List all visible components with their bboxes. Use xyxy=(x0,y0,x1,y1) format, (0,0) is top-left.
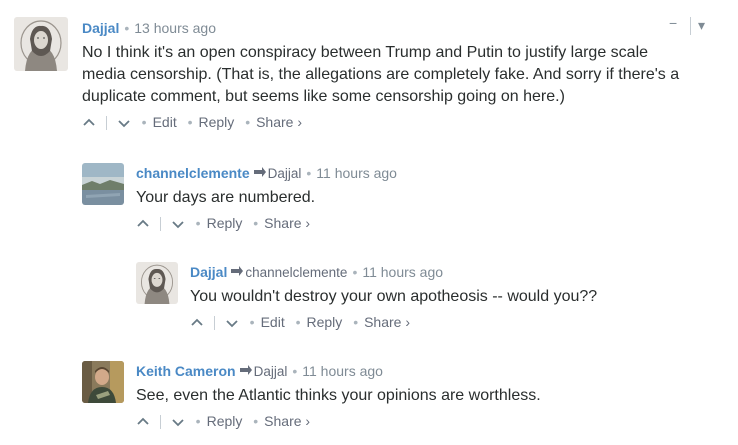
comment-text: You wouldn't destroy your own apotheosis… xyxy=(190,286,720,308)
action-separator: • xyxy=(141,114,147,130)
jesus-portrait-icon xyxy=(136,262,178,304)
chevron-down-icon[interactable] xyxy=(117,116,131,130)
comment-meta: Keith Cameron Dajjal • 11 hours ago xyxy=(136,361,716,381)
chevron-down-icon[interactable] xyxy=(171,217,185,231)
reply-link[interactable]: Reply xyxy=(207,215,243,231)
comment-text-line: media censorship. (That is, the allegati… xyxy=(82,66,680,83)
action-separator: • xyxy=(195,413,201,429)
action-separator: • xyxy=(249,314,255,330)
vote-divider xyxy=(105,116,107,131)
reply-arrow-icon xyxy=(231,266,244,276)
landscape-photo-icon xyxy=(82,163,124,205)
action-separator: • xyxy=(353,314,359,330)
comment-text-line: Your days are numbered. xyxy=(136,189,316,206)
reply-to-name[interactable]: channelclemente xyxy=(245,265,347,280)
action-separator: • xyxy=(295,314,301,330)
vote-divider xyxy=(159,217,161,232)
author-name[interactable]: Dajjal xyxy=(82,20,119,36)
edit-link[interactable]: Edit xyxy=(153,114,177,130)
comment-actions: • Edit • Reply • Share › xyxy=(190,312,720,332)
reply-to-name[interactable]: Dajjal xyxy=(254,364,288,379)
timestamp[interactable]: 13 hours ago xyxy=(134,20,216,36)
comment-text: See, even the Atlantic thinks your opini… xyxy=(136,385,716,407)
chevron-down-icon[interactable] xyxy=(171,415,185,429)
author-name[interactable]: Dajjal xyxy=(190,264,227,280)
chevron-up-icon[interactable] xyxy=(190,316,204,330)
reply-arrow-icon xyxy=(239,365,252,375)
chevron-down-icon[interactable] xyxy=(225,316,239,330)
reply-arrow-icon xyxy=(253,167,266,177)
action-separator: • xyxy=(253,215,259,231)
meta-separator: • xyxy=(124,20,130,36)
chevron-up-icon[interactable] xyxy=(82,116,96,130)
reply-link[interactable]: Reply xyxy=(207,413,243,429)
action-separator: • xyxy=(245,114,251,130)
vote-divider xyxy=(213,316,215,331)
comment-meta: Dajjal channelclemente • 11 hours ago xyxy=(190,262,720,282)
reply-link[interactable]: Reply xyxy=(307,314,343,330)
author-name[interactable]: Keith Cameron xyxy=(136,363,236,379)
share-link[interactable]: Share › xyxy=(264,413,310,429)
meta-separator: • xyxy=(306,165,312,181)
avatar[interactable] xyxy=(14,17,68,71)
chevron-up-icon[interactable] xyxy=(136,415,150,429)
jesus-portrait-icon xyxy=(14,17,68,71)
comment-text-line: See, even the Atlantic thinks your opini… xyxy=(136,387,541,404)
meta-separator: • xyxy=(292,363,298,379)
avatar[interactable] xyxy=(82,361,124,403)
comment-actions: • Edit • Reply • Share › xyxy=(82,112,722,132)
comment-meta: channelclemente Dajjal • 11 hours ago xyxy=(136,163,716,183)
comment-text: No I think it's an open conspiracy betwe… xyxy=(82,42,722,108)
comment-actions: • Reply • Share › xyxy=(136,213,716,233)
timestamp[interactable]: 11 hours ago xyxy=(362,264,443,280)
avatar[interactable] xyxy=(82,163,124,205)
action-separator: • xyxy=(195,215,201,231)
comment-text-line: You wouldn't destroy your own apotheosis… xyxy=(190,288,598,305)
meta-separator: • xyxy=(352,264,358,280)
share-link[interactable]: Share › xyxy=(364,314,410,330)
timestamp[interactable]: 11 hours ago xyxy=(302,363,383,379)
timestamp[interactable]: 11 hours ago xyxy=(316,165,397,181)
author-name[interactable]: channelclemente xyxy=(136,165,250,181)
edit-link[interactable]: Edit xyxy=(261,314,285,330)
action-separator: • xyxy=(187,114,193,130)
comment-actions: • Reply • Share › xyxy=(136,411,716,431)
vote-divider xyxy=(159,415,161,430)
comment-text: Your days are numbered. xyxy=(136,187,716,209)
chevron-up-icon[interactable] xyxy=(136,217,150,231)
share-link[interactable]: Share › xyxy=(256,114,302,130)
comment-text-line: No I think it's an open conspiracy betwe… xyxy=(82,44,649,61)
avatar[interactable] xyxy=(136,262,178,304)
reply-link[interactable]: Reply xyxy=(199,114,235,130)
comment-meta: Dajjal • 13 hours ago xyxy=(82,18,722,38)
person-photo-icon xyxy=(82,361,124,403)
share-link[interactable]: Share › xyxy=(264,215,310,231)
action-separator: • xyxy=(253,413,259,429)
reply-to-name[interactable]: Dajjal xyxy=(268,166,302,181)
comment-text-line: duplicate comment, but seems like some c… xyxy=(82,88,565,105)
